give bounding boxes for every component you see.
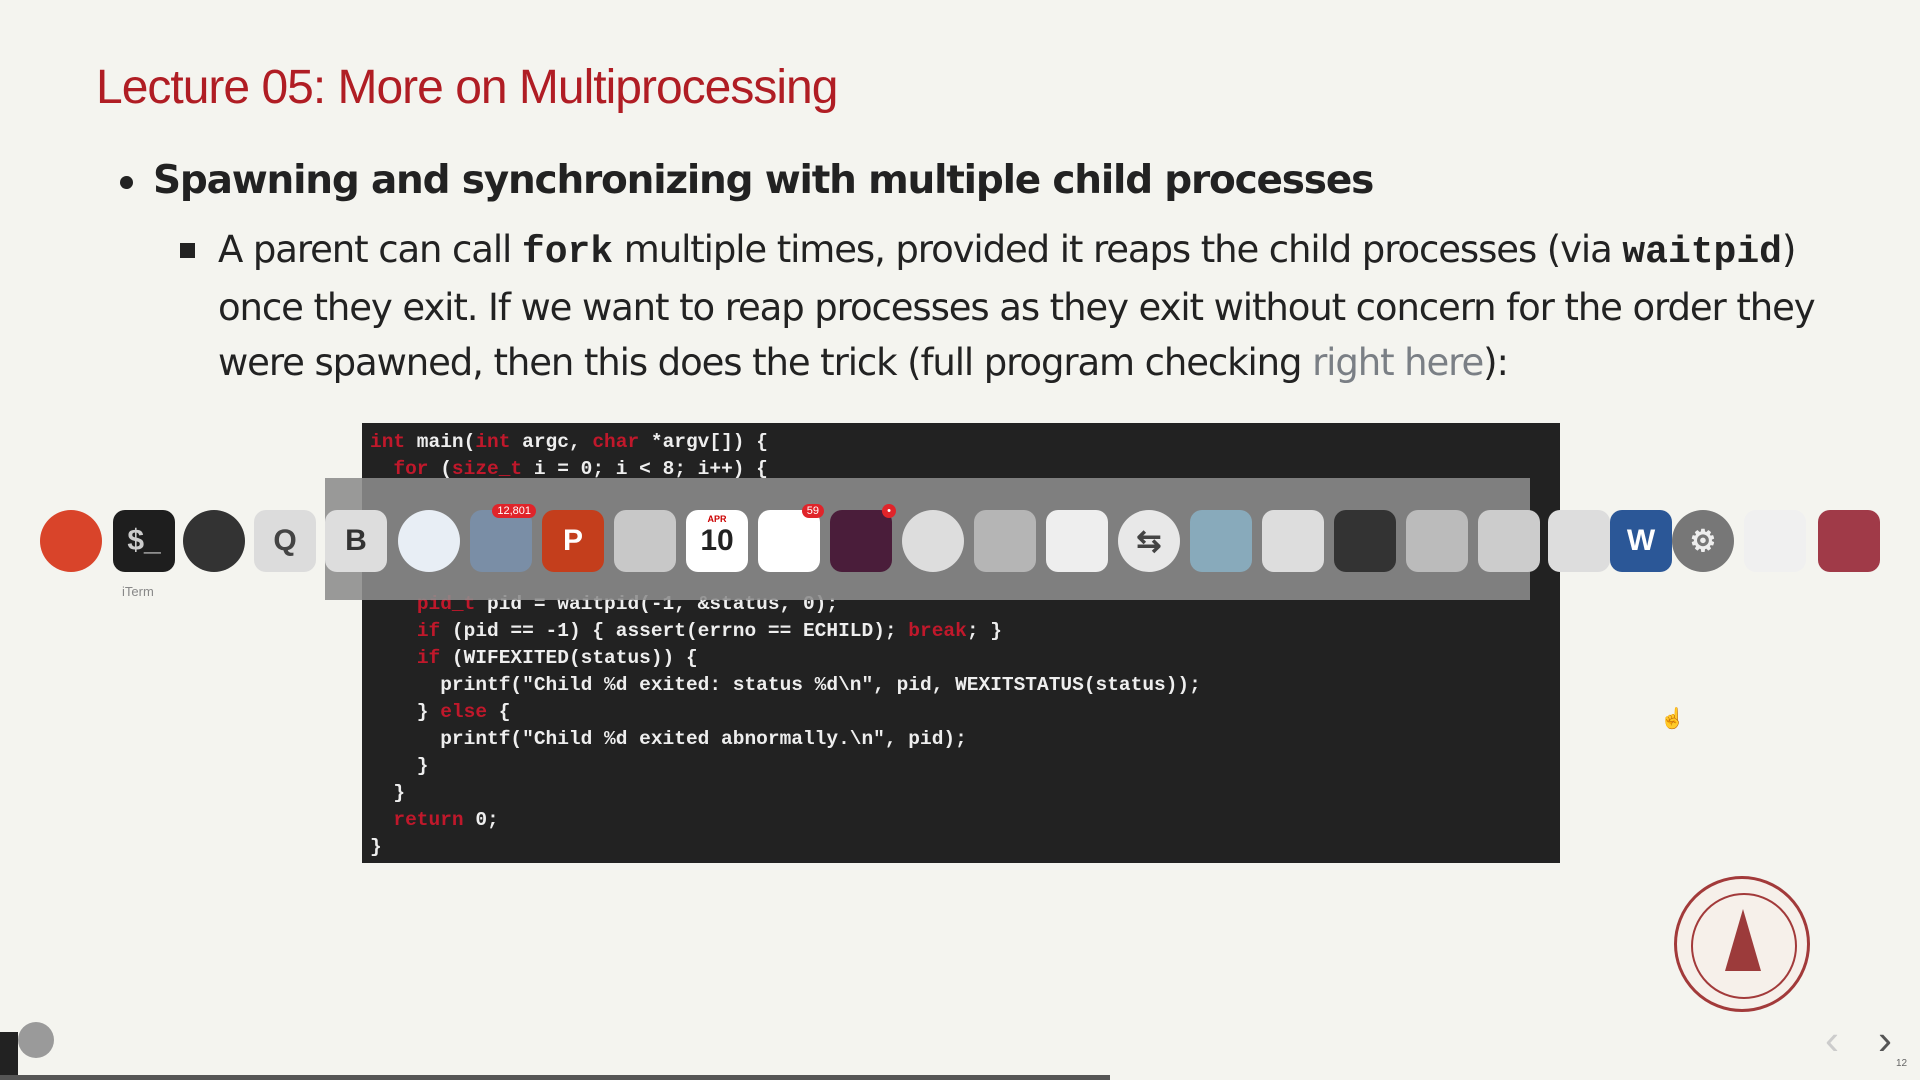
code-line: return 0; (393, 809, 499, 831)
teamviewer-icon[interactable]: ⇆ (1118, 510, 1180, 572)
badge: 59 (801, 504, 824, 518)
code-fork: fork (521, 231, 614, 274)
next-slide-button[interactable]: › (1878, 1016, 1892, 1064)
bbedit-icon[interactable]: B (325, 510, 387, 572)
code-line: printf("Child %d exited abnormally.\n", … (370, 728, 967, 750)
text-fragment: ): (1483, 341, 1509, 384)
slack-icon[interactable]: • (830, 504, 896, 572)
folder-icon[interactable] (1744, 510, 1806, 572)
badge: 12,801 (492, 504, 536, 518)
bullet-square (180, 243, 195, 258)
chrome-icon[interactable] (902, 510, 964, 572)
progress-bar (0, 1075, 1110, 1080)
system-preferences-icon[interactable]: ⚙ (1672, 510, 1734, 572)
code-line: printf("Child %d exited: status %d\n", p… (370, 674, 1201, 696)
code-line: } else { (370, 701, 511, 723)
corner-bar (0, 1032, 18, 1076)
calendar-icon[interactable]: 10 APR (686, 510, 748, 572)
preview-icon[interactable] (974, 510, 1036, 572)
bullet-sub-text: A parent can call fork multiple times, p… (218, 222, 1820, 390)
photos-browser-icon[interactable] (1262, 510, 1324, 572)
firefox-icon[interactable] (40, 510, 102, 572)
safari-icon[interactable] (398, 510, 460, 572)
presenter-menu-icon[interactable] (18, 1022, 54, 1058)
image-editor-icon[interactable] (1478, 510, 1540, 572)
prev-slide-button[interactable]: ‹ (1825, 1016, 1839, 1064)
code-line: if (WIFEXITED(status)) { (416, 647, 698, 669)
slide-number: 12 (1896, 1058, 1908, 1069)
powerpoint-icon[interactable]: P (542, 510, 604, 572)
final-cut-icon[interactable] (1334, 510, 1396, 572)
code-line: if (pid == -1) { assert(errno == ECHILD)… (416, 620, 1002, 642)
messages-icon[interactable] (614, 510, 676, 572)
finder-icon[interactable] (1190, 510, 1252, 572)
quicktime-icon[interactable]: Q (254, 510, 316, 572)
keynote-icon[interactable] (1406, 510, 1468, 572)
bullet-main: Spawning and synchronizing with multiple… (120, 158, 1374, 203)
code-line: } (370, 782, 406, 804)
textedit-icon[interactable] (1046, 510, 1108, 572)
skitch-icon[interactable] (1548, 510, 1610, 572)
iterm-icon[interactable]: $_ (113, 510, 175, 572)
code-waitpid: waitpid (1622, 231, 1782, 274)
dock-label-iterm: iTerm (122, 584, 154, 599)
right-here-link[interactable]: right here (1312, 341, 1484, 384)
text-fragment: A parent can call (218, 228, 522, 271)
code-line: int main(int argc, char *argv[]) { (370, 431, 768, 453)
word-icon[interactable]: W (1610, 510, 1672, 572)
bullet-dot (120, 176, 133, 189)
reminders-icon[interactable]: 59 (758, 504, 824, 572)
code-line: } (370, 755, 429, 777)
bullet-sub: A parent can call fork multiple times, p… (180, 222, 1820, 390)
hand-cursor-icon: ☝ (1660, 708, 1685, 730)
code-line: } (370, 836, 382, 858)
stanford-seal-icon (1674, 876, 1810, 1012)
bullet-main-text: Spawning and synchronizing with multiple… (153, 158, 1374, 203)
book-icon[interactable] (1818, 510, 1880, 572)
badge: • (882, 504, 896, 518)
slide-title: Lecture 05: More on Multiprocessing (96, 61, 838, 114)
text-fragment: multiple times, provided it reaps the ch… (613, 228, 1623, 271)
alfred-icon[interactable] (183, 510, 245, 572)
mail-icon[interactable]: 12,801 (470, 504, 536, 572)
